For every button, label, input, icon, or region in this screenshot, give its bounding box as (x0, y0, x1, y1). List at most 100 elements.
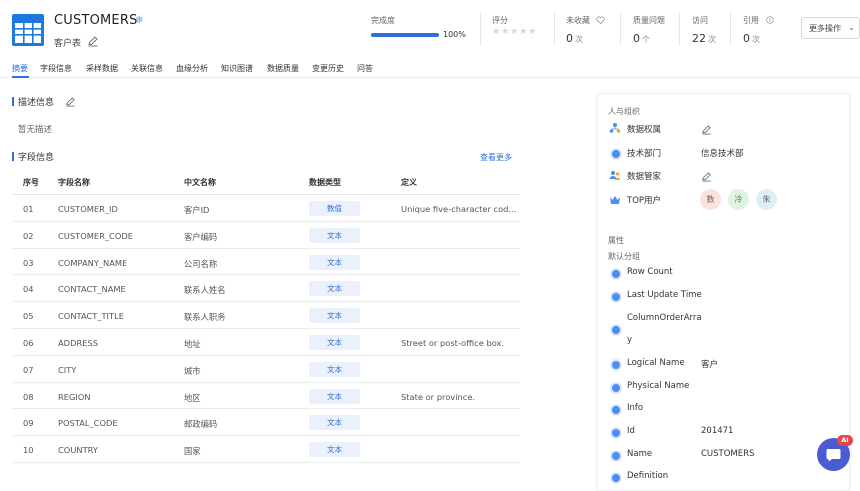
references-metric: 引用 0次 (743, 15, 774, 45)
field-cn-name: 地区 (184, 392, 201, 403)
tab-qa[interactable]: 问答 (357, 63, 373, 74)
people-heading: 人与组织 (608, 107, 640, 116)
table-row[interactable]: 05 CONTACT_TITLE 联系人职务 文本 (12, 302, 520, 329)
field-cn-name: 联系人姓名 (184, 285, 226, 296)
column-header-definition: 定义 (401, 178, 417, 187)
rating-metric: 评分 (492, 15, 508, 26)
type-badge: 文本 (309, 415, 360, 431)
info-icon[interactable] (765, 16, 774, 24)
favorites-metric[interactable]: 未收藏 0次 (566, 15, 605, 45)
more-actions-label: 更多操作 (809, 24, 841, 33)
field-cn-name: 客户ID (184, 205, 210, 215)
column-header-type: 数据类型 (309, 178, 341, 187)
table-row[interactable]: 01 CUSTOMER_ID 客户ID 数值 Unique five-character… (12, 195, 520, 222)
field-cn-name: 联系人职务 (184, 312, 226, 323)
ai-badge: AI (837, 435, 853, 446)
row-number: 06 (23, 337, 34, 348)
org-icon (609, 123, 621, 133)
tab-bar: 摘要 字段信息 采样数据 关联信息 血缘分析 知识图谱 数据质量 变更历史 问答 (0, 60, 860, 78)
more-actions-button[interactable]: 更多操作 ⌄ (801, 17, 860, 39)
page-subtitle: 客户表 (54, 39, 82, 49)
column-header-name: 字段名称 (58, 178, 90, 187)
dot-icon (612, 452, 620, 460)
edit-subtitle-icon[interactable] (87, 35, 99, 47)
edit-ownership-icon[interactable] (701, 124, 712, 135)
quality-metric[interactable]: 质量问题 0个 (633, 15, 665, 45)
top-users-label: TOP用户 (627, 196, 662, 206)
dot-icon (612, 270, 620, 278)
attr-column-order-label: ColumnOrderArra (627, 313, 702, 323)
field-name: REGION (58, 391, 91, 402)
table-row[interactable]: 08 REGION 地区 文本 State or province. (12, 383, 520, 410)
tab-related-info[interactable]: 关联信息 (131, 63, 163, 74)
field-name: CONTACT_TITLE (58, 311, 124, 322)
tab-knowledge-graph[interactable]: 知识图谱 (221, 63, 253, 74)
quality-value: 0 (633, 32, 640, 45)
dot-icon (612, 384, 620, 392)
rating-stars[interactable]: ★★★★★ (492, 27, 537, 37)
metric-divider (730, 12, 731, 46)
table-header-row: 序号 字段名称 中文名称 数据类型 定义 (12, 172, 520, 195)
references-value: 0 (743, 32, 750, 45)
attr-logical-name-value: 客户 (701, 360, 719, 370)
table-row[interactable]: 10 COUNTRY 国家 文本 (12, 436, 520, 463)
see-more-link[interactable]: 查看更多 (480, 152, 512, 163)
attr-last-update-label: Last Update Time (627, 290, 702, 300)
attr-physical-name-label: Physical Name (627, 381, 690, 391)
attr-id-label: Id (627, 426, 635, 436)
avatar[interactable]: 冷 (728, 189, 749, 210)
edit-steward-icon[interactable] (701, 171, 712, 182)
metric-divider (620, 12, 621, 46)
table-row[interactable]: 04 CONTACT_NAME 联系人姓名 文本 (12, 275, 520, 303)
visits-value: 22 (692, 32, 706, 45)
type-badge: 数值 (309, 201, 360, 216)
field-cn-name: 公司名称 (184, 258, 218, 269)
description-section-title: 描述信息 (12, 95, 76, 108)
attributes-heading: 属性 (608, 236, 624, 245)
field-definition: Unique five-character cod... (401, 204, 517, 214)
avatar[interactable]: 朱 (756, 189, 777, 210)
dot-icon (612, 361, 620, 369)
heart-icon[interactable] (595, 16, 605, 25)
favorites-value: 0 (566, 32, 573, 45)
column-header-no: 序号 (23, 178, 39, 187)
tab-data-quality[interactable]: 数据质量 (267, 63, 299, 74)
completeness-metric: 完成度 (371, 15, 395, 26)
tab-field-info[interactable]: 字段信息 (40, 63, 72, 74)
quality-unit: 个 (642, 35, 650, 44)
table-icon (12, 14, 44, 46)
type-badge: 文本 (309, 227, 360, 243)
field-name: POSTAL_CODE (58, 418, 118, 429)
tab-sample-data[interactable]: 采样数据 (86, 63, 118, 74)
attr-logical-name-label: Logical Name (627, 358, 685, 368)
completeness-label: 完成度 (371, 16, 395, 25)
field-name: ADDRESS (58, 337, 98, 348)
dot-icon (612, 150, 620, 158)
row-number: 05 (23, 311, 34, 322)
avatar[interactable]: 数 (700, 189, 721, 210)
type-badge: 文本 (309, 334, 360, 350)
edit-description-icon[interactable] (65, 96, 76, 107)
tab-summary[interactable]: 摘要 (12, 63, 28, 74)
active-tab-indicator (12, 76, 29, 78)
users-icon (609, 171, 620, 180)
table-row[interactable]: 03 COMPANY_NAME 公司名称 文本 (12, 249, 520, 276)
snowflake-icon: ❄ (135, 15, 144, 26)
metric-divider (554, 12, 555, 46)
attr-info-label: Info (627, 403, 644, 413)
fields-table: 序号 字段名称 中文名称 数据类型 定义 01 CUSTOMER_ID 客户ID 数值… (12, 172, 520, 463)
section-marker (12, 152, 14, 161)
metric-divider (480, 12, 481, 46)
fields-section-title: 字段信息 (12, 150, 54, 163)
table-row[interactable]: 07 CITY 城市 文本 (12, 356, 520, 383)
tab-lineage[interactable]: 血缘分析 (176, 63, 208, 74)
table-row[interactable]: 06 ADDRESS 地址 文本 Street or post-office box. (12, 329, 520, 356)
table-row[interactable]: 02 CUSTOMER_CODE 客户编码 文本 (12, 222, 520, 249)
tech-dept-value: 信息技术部 (701, 149, 744, 159)
table-row[interactable]: 09 POSTAL_CODE 邮政编码 文本 (12, 409, 520, 437)
tab-change-history[interactable]: 变更历史 (312, 63, 344, 74)
field-cn-name: 城市 (184, 365, 201, 376)
field-definition: State or province. (401, 391, 476, 402)
dot-icon (612, 474, 620, 482)
type-badge: 文本 (309, 388, 360, 404)
